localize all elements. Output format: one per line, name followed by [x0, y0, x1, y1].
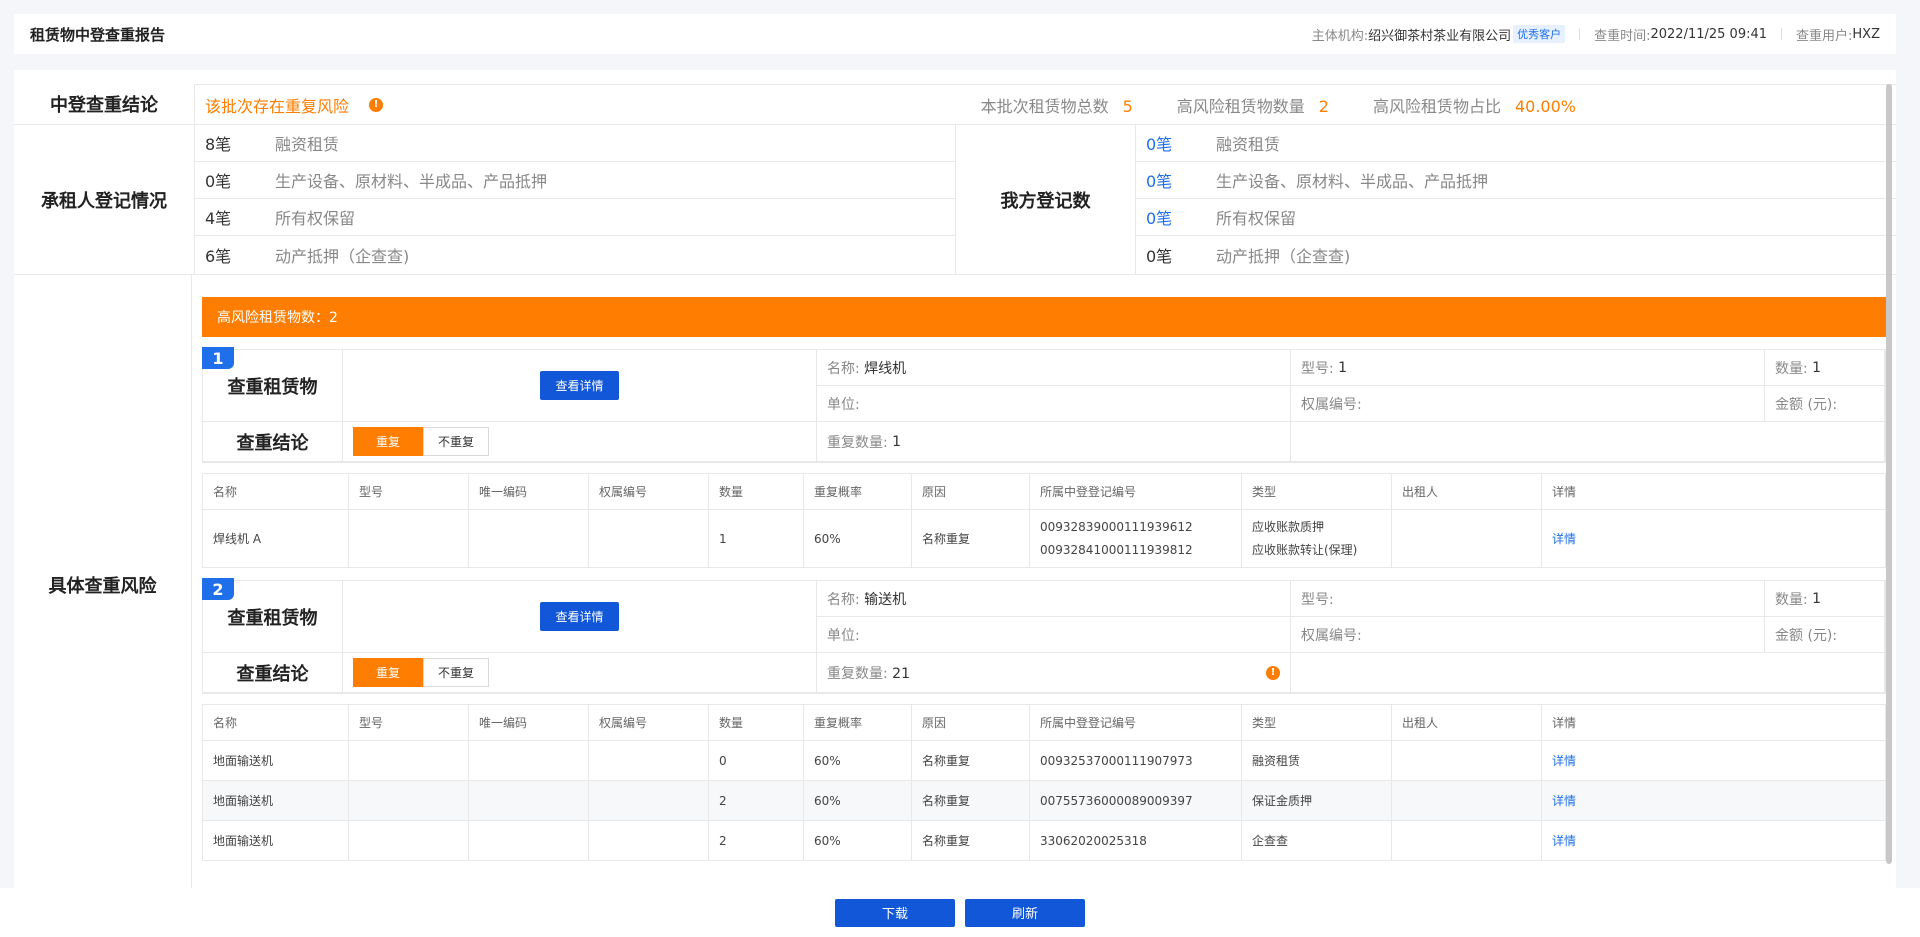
conclusion-text: 该批次存在重复风险 — [205, 96, 350, 116]
item-name: 名称: 焊线机 — [817, 350, 1291, 386]
ours-list: 0笔 融资租赁 0笔 生产设备、原材料、半成品、产品抵押 0笔 所有权保留 0笔 动产抵… — [1136, 125, 1896, 274]
empty-cell — [1291, 422, 1885, 462]
risk-row: 具体查重风险 高风险租赁物数：2 1 查重租赁物 名称: 焊线机 型号: 1 数… — [14, 275, 1896, 888]
ours-item: 0笔 融资租赁 — [1136, 125, 1896, 162]
ours-label: 我方登记数 — [956, 125, 1136, 274]
detail-cell: 查看详情 — [343, 581, 817, 653]
dup-table: 名称 型号 唯一编码 权属编号 数量 重复概率 原因 所属中登登记编号 类型 出租人 详情 地面输送… — [202, 704, 1886, 861]
time-value: 2022/11/25 09:41 — [1650, 26, 1768, 42]
ours-item: 0笔 生产设备、原材料、半成品、产品抵押 — [1136, 162, 1896, 199]
detail-link[interactable]: 详情 — [1552, 532, 1576, 546]
view-detail-button[interactable]: 查看详情 — [540, 602, 619, 631]
result-toggle: 重复 不重复 — [353, 427, 490, 456]
detail-cell: 查看详情 — [343, 350, 817, 422]
conclusion-stats: 本批次租赁物总数 5 高风险租赁物数量 2 高风险租赁物占比 40.00% — [937, 93, 1576, 117]
dup-table: 名称 型号 唯一编码 权属编号 数量 重复概率 原因 所属中登登记编号 类型 出租人 详情 焊线机 … — [202, 473, 1886, 568]
dup-option[interactable]: 重复 — [353, 658, 424, 687]
report-header: 租赁物中登查重报告 主体机构: 绍兴御茶村茶业有限公司 优秀客户 查重时间: 2… — [14, 14, 1896, 54]
item-info-grid: 查重租赁物 名称: 焊线机 型号: 1 数量: 1 查看详情 单位: 权属编号:… — [202, 349, 1886, 463]
conclusion-row: 中登查重结论 该批次存在重复风险 ! 本批次租赁物总数 5 高风险租赁物数量 2 高… — [14, 84, 1896, 125]
item-model: 型号: — [1291, 581, 1765, 617]
stat-ratio: 高风险租赁物占比 40.00% — [1372, 96, 1576, 116]
result-label: 查重结论 — [203, 422, 343, 462]
table-row: 地面输送机 0 60% 名称重复 00932537000111907973 融资租赁 详情 — [202, 740, 1886, 781]
item-index-badge: 1 — [202, 347, 234, 369]
table-row: 地面输送机 2 60% 名称重复 33062020025318 企查查 详情 — [202, 820, 1886, 861]
item-right-no: 权属编号: — [1291, 386, 1765, 422]
item-qty: 数量: 1 — [1765, 350, 1885, 386]
dup-option[interactable]: 重复 — [353, 427, 424, 456]
ours-item: 0笔 动产抵押（企查查) — [1146, 246, 1351, 266]
detail-link[interactable]: 详情 — [1552, 794, 1576, 808]
view-detail-button[interactable]: 查看详情 — [540, 371, 619, 400]
stat-high: 高风险租赁物数量 2 — [1176, 96, 1329, 116]
risk-label: 具体查重风险 — [14, 275, 192, 888]
divider — [1781, 28, 1783, 40]
dup-qty: 重复数量: 1 — [817, 422, 1291, 462]
detail-link[interactable]: 详情 — [1552, 754, 1576, 768]
item-amount: 金额 (元): — [1765, 617, 1885, 653]
user-label: 查重用户: — [1796, 28, 1853, 44]
item-amount: 金额 (元): — [1765, 386, 1885, 422]
divider — [1579, 28, 1581, 40]
conclusion-content: 该批次存在重复风险 ! 本批次租赁物总数 5 高风险租赁物数量 2 高风险租赁物占比… — [195, 84, 1896, 124]
item-index-badge: 2 — [202, 578, 234, 600]
scrollbar[interactable] — [1886, 84, 1892, 864]
detail-link[interactable]: 详情 — [1552, 834, 1576, 848]
risk-item: 2 查重租赁物 名称: 输送机 型号: 数量: 1 查看详情 单位: 权属编号:… — [202, 578, 1886, 861]
table-row: 焊线机 A 1 60% 名称重复 00932839000111939612 009328… — [202, 509, 1886, 568]
footer-actions: 下载 刷新 — [0, 888, 1920, 937]
warning-icon: ! — [1266, 665, 1280, 680]
refresh-button[interactable]: 刷新 — [965, 898, 1085, 927]
item-name: 名称: 输送机 — [817, 581, 1291, 617]
registration-row: 承租人登记情况 8笔 融资租赁 0笔 生产设备、原材料、半成品、产品抵押 4笔 所有权… — [14, 125, 1896, 275]
table-header-row: 名称 型号 唯一编码 权属编号 数量 重复概率 原因 所属中登登记编号 类型 出租人 详情 — [202, 473, 1886, 510]
registration-content: 8笔 融资租赁 0笔 生产设备、原材料、半成品、产品抵押 4笔 所有权保留 6笔 动产抵… — [195, 125, 1896, 274]
org-value: 绍兴御茶村茶业有限公司 — [1368, 28, 1512, 44]
warning-icon: ! — [369, 97, 384, 112]
lessee-list: 8笔 融资租赁 0笔 生产设备、原材料、半成品、产品抵押 4笔 所有权保留 6笔 动产抵… — [195, 125, 956, 274]
item-qty: 数量: 1 — [1765, 581, 1885, 617]
item-model: 型号: 1 — [1291, 350, 1765, 386]
org-label: 主体机构: — [1311, 28, 1369, 44]
lessee-item: 8笔 融资租赁 — [195, 125, 955, 162]
risk-summary-bar: 高风险租赁物数：2 — [202, 297, 1886, 337]
not-dup-option[interactable]: 不重复 — [423, 658, 490, 687]
conclusion-label: 中登查重结论 — [14, 84, 195, 124]
lessee-item: 0笔 生产设备、原材料、半成品、产品抵押 — [195, 162, 955, 199]
lessee-label: 承租人登记情况 — [14, 125, 195, 274]
dup-qty: 重复数量: 21! — [817, 653, 1291, 693]
table-header-row: 名称 型号 唯一编码 权属编号 数量 重复概率 原因 所属中登登记编号 类型 出租人 详情 — [202, 704, 1886, 741]
header-meta: 主体机构: 绍兴御茶村茶业有限公司 优秀客户 查重时间: 2022/11/25 … — [1312, 25, 1880, 44]
result-toggle-cell: 重复 不重复 — [343, 422, 817, 462]
download-button[interactable]: 下载 — [835, 898, 955, 927]
stat-total: 本批次租赁物总数 5 — [980, 96, 1133, 116]
lessee-item: 6笔 动产抵押（企查查) — [205, 246, 410, 266]
item-unit: 单位: — [817, 386, 1291, 422]
user-value: HXZ — [1852, 26, 1880, 42]
result-toggle: 重复 不重复 — [353, 658, 490, 687]
table-row: 地面输送机 2 60% 名称重复 00755736000089009397 保证金质押 详情 — [202, 780, 1886, 821]
risk-item: 1 查重租赁物 名称: 焊线机 型号: 1 数量: 1 查看详情 单位: 权属编… — [202, 347, 1886, 568]
result-label: 查重结论 — [203, 653, 343, 693]
item-info-grid: 查重租赁物 名称: 输送机 型号: 数量: 1 查看详情 单位: 权属编号: 金… — [202, 580, 1886, 694]
report-panel: 中登查重结论 该批次存在重复风险 ! 本批次租赁物总数 5 高风险租赁物数量 2 高… — [14, 70, 1896, 888]
page-title: 租赁物中登查重报告 — [30, 25, 166, 44]
ours-item: 0笔 所有权保留 — [1136, 199, 1896, 236]
empty-cell — [1291, 653, 1885, 693]
result-toggle-cell: 重复 不重复 — [343, 653, 817, 693]
risk-area: 高风险租赁物数：2 1 查重租赁物 名称: 焊线机 型号: 1 数量: 1 查看… — [192, 275, 1896, 888]
item-right-no: 权属编号: — [1291, 617, 1765, 653]
vip-badge: 优秀客户 — [1513, 25, 1566, 43]
lessee-item: 4笔 所有权保留 — [195, 199, 955, 236]
time-label: 查重时间: — [1594, 28, 1651, 44]
item-unit: 单位: — [817, 617, 1291, 653]
not-dup-option[interactable]: 不重复 — [423, 427, 490, 456]
